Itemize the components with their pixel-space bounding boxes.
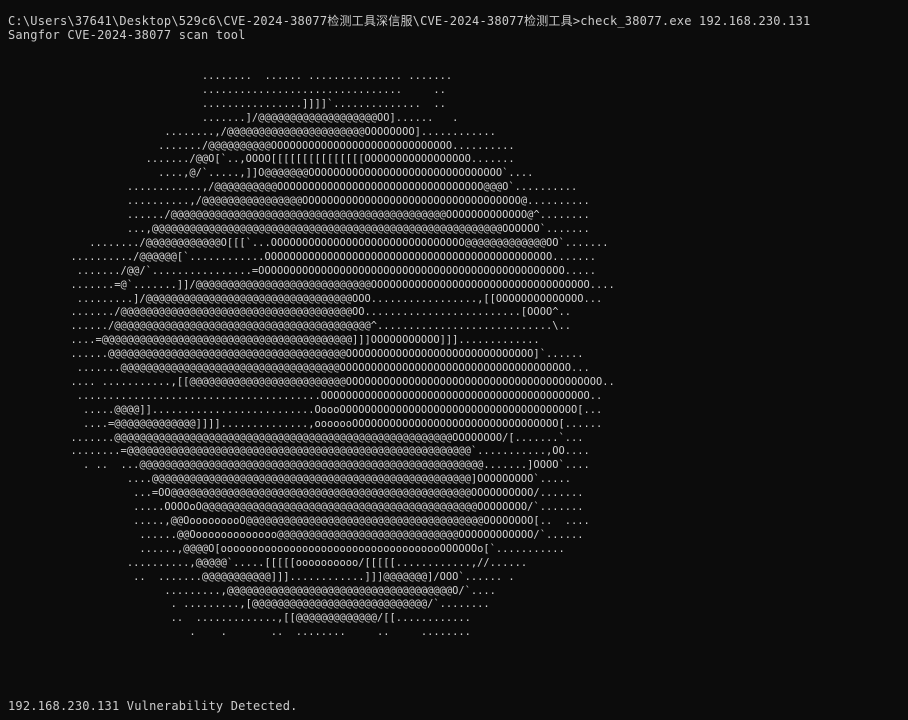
scan-result: 192.168.230.131 Vulnerability Detected. [8,699,298,713]
tool-banner: Sangfor CVE-2024-38077 scan tool [8,28,246,42]
terminal-window[interactable]: C:\Users\37641\Desktop\529c6\CVE-2024-38… [0,0,908,720]
command-line: C:\Users\37641\Desktop\529c6\CVE-2024-38… [8,14,811,28]
ascii-art-logo: ........ ...... ............... ....... … [70,70,615,639]
